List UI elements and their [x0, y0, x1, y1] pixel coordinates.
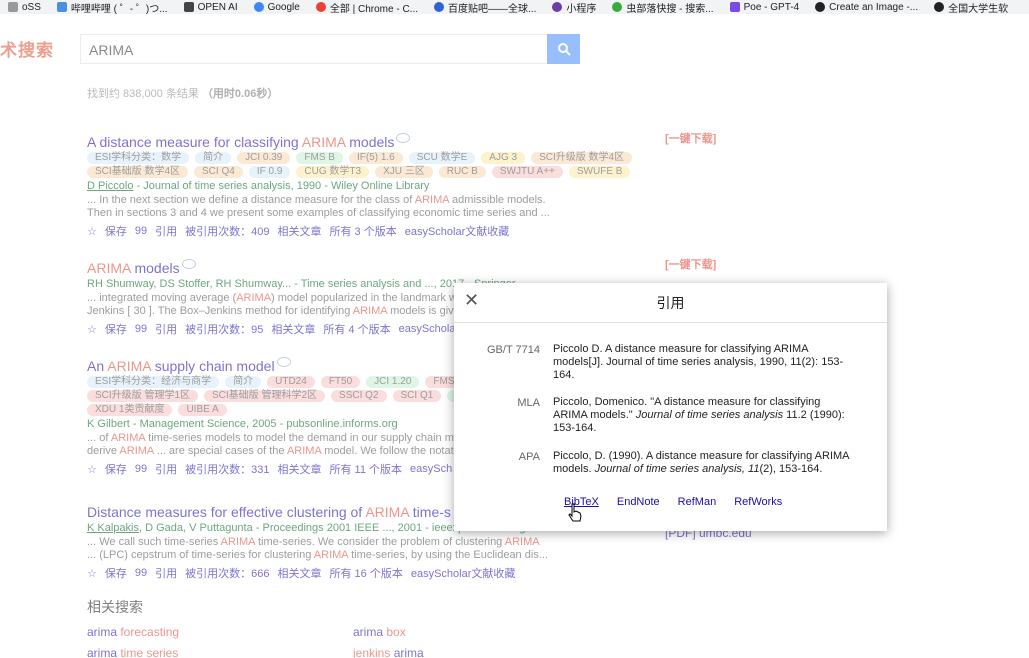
citation-format-label: APA: [518, 451, 540, 463]
bookmark-item[interactable]: 全部 | Chrome - C...: [308, 0, 426, 14]
bilibili-icon: [56, 2, 67, 12]
poe-icon: [729, 2, 740, 12]
baidu-paw-icon: [434, 2, 445, 12]
bookmark-item[interactable]: Create an Image -...: [807, 2, 926, 13]
cite-dialog: ✕ 引用 GB/T 7714 Piccolo D. A distance mea…: [454, 283, 887, 531]
bookmark-item[interactable]: Poe - GPT-4: [722, 2, 808, 13]
bookmark-favicon-icon: [8, 2, 18, 12]
bookmark-item[interactable]: 小程序: [544, 0, 604, 14]
bookmark-item[interactable]: Google: [246, 2, 308, 13]
citation-text[interactable]: Piccolo, D. (1990). A distance measure f…: [553, 450, 849, 476]
openai-icon: [183, 2, 194, 12]
citation-format-label: MLA: [517, 397, 540, 409]
bookmarks-bar: oSS 哔哩哔哩 ( ゜- ゜)つ... OPEN AI Google 全部 |…: [0, 0, 1029, 14]
cite-dialog-header: ✕ 引用: [454, 283, 887, 323]
export-links: BibTeX EndNote RefMan RefWorks: [564, 496, 782, 508]
citation-row: MLA Piccolo, Domenico. "A distance measu…: [454, 396, 887, 435]
close-icon[interactable]: ✕: [464, 291, 479, 309]
bookmark-item[interactable]: 虫部落快搜 - 搜索...: [604, 0, 721, 14]
google-icon: [253, 2, 264, 12]
university-icon: [934, 2, 945, 12]
cite-dialog-title: 引用: [656, 294, 685, 311]
citation-text[interactable]: Piccolo, Domenico. "A distance measure f…: [553, 396, 849, 435]
citation-text[interactable]: Piccolo D. A distance measure for classi…: [553, 343, 849, 382]
citation-row: GB/T 7714 Piccolo D. A distance measure …: [454, 343, 887, 382]
chrome-icon: [315, 2, 326, 12]
bookmark-item[interactable]: 全国大学生软: [926, 0, 1016, 14]
endnote-link[interactable]: EndNote: [617, 496, 660, 508]
citation-format-label: GB/T 7714: [487, 344, 540, 356]
chongbuluo-icon: [612, 2, 623, 12]
bookmark-item[interactable]: 百度贴吧——全球...: [426, 0, 544, 14]
refworks-link[interactable]: RefWorks: [734, 496, 782, 508]
mini-program-icon: [552, 2, 563, 12]
image-creator-icon: [815, 2, 826, 12]
refman-link[interactable]: RefMan: [678, 496, 717, 508]
bookmark-item[interactable]: oSS: [0, 2, 49, 13]
hand-cursor-icon: [568, 503, 582, 522]
citation-row: APA Piccolo, D. (1990). A distance measu…: [454, 450, 887, 476]
bookmark-item[interactable]: 哔哩哔哩 ( ゜- ゜)つ...: [49, 0, 176, 14]
bookmark-item[interactable]: OPEN AI: [176, 2, 246, 13]
